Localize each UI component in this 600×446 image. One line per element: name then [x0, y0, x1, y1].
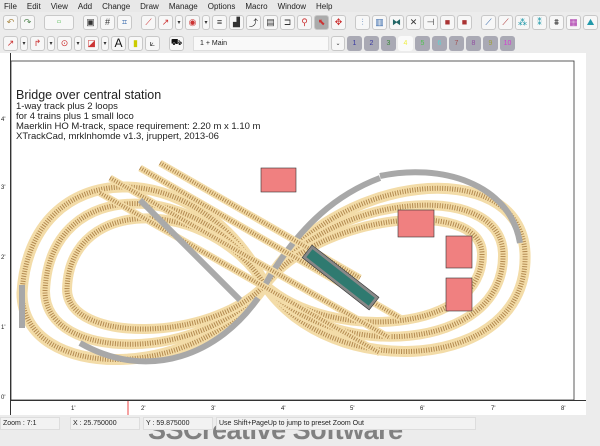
ruler-bottom: 0' 1' 2' 3' 4' 5' 6' 7' 8': [1, 395, 586, 415]
vertical-scrollbar[interactable]: [586, 53, 600, 415]
dropdown-icon[interactable]: ▾: [101, 35, 109, 51]
menu-window[interactable]: Window: [278, 2, 306, 11]
menu-draw[interactable]: Draw: [140, 2, 159, 11]
ruler-label: 0': [1, 395, 6, 401]
profile-icon[interactable]: ⁑: [532, 14, 547, 30]
block-icon[interactable]: ⧓: [389, 14, 404, 30]
turntable-icon[interactable]: ◉: [185, 14, 200, 30]
menu-view[interactable]: View: [51, 2, 68, 11]
ruler-label: 4': [281, 406, 286, 412]
main-toolbar: ↶ ↷ ▭ ▣ # ⌗ ⟋ ↗ ▾ ◉ ▾ ≡ ▟ ⤴ ▤ ⊐ ⚲ ⬉ ✥ ⫶ …: [0, 12, 600, 32]
ruler-label: 3': [211, 406, 216, 412]
curve-icon[interactable]: ↱: [30, 35, 45, 51]
move-icon[interactable]: ✥: [331, 14, 346, 30]
tunnel-icon[interactable]: ⫶: [355, 14, 370, 30]
ruler-label: 6': [420, 406, 425, 412]
menu-edit[interactable]: Edit: [27, 2, 41, 11]
y-coordinate: Y : 59.875000: [143, 417, 213, 430]
station-building: [301, 244, 380, 311]
menu-options[interactable]: Options: [208, 2, 236, 11]
layer-button-8[interactable]: 8: [466, 35, 481, 51]
ruler-label: 7': [491, 406, 496, 412]
layer-button-10[interactable]: 10: [500, 35, 515, 51]
redo-button[interactable]: ↷: [20, 14, 35, 30]
track-straight-icon[interactable]: ⟋: [141, 14, 156, 30]
dropdown-icon[interactable]: ▾: [202, 14, 210, 30]
line-icon[interactable]: ↗: [3, 35, 18, 51]
helix-icon[interactable]: ⤴: [246, 14, 261, 30]
select-icon[interactable]: ▣: [83, 14, 98, 30]
snap-icon[interactable]: ⌗: [117, 14, 132, 30]
track-curve-icon[interactable]: ↗: [158, 14, 173, 30]
ruler-label: 2': [141, 406, 146, 412]
undo-button[interactable]: ↶: [3, 14, 18, 30]
switch-icon[interactable]: ⊣: [423, 14, 438, 30]
landscape-icon[interactable]: ⛰: [583, 14, 598, 30]
ruler-icon[interactable]: ⟀: [145, 35, 160, 51]
layer-button-7[interactable]: 7: [449, 35, 464, 51]
zoom-status: Zoom : 7:1: [0, 417, 60, 430]
box-icon[interactable]: ◪: [84, 35, 99, 51]
draw-toolbar: ↗ ▾ ↱ ▾ ⊙ ▾ ◪ ▾ A ▮ ⟀ ⛟ 1 + Main ⌄ 1 2 3…: [0, 33, 600, 53]
menu-macro[interactable]: Macro: [245, 2, 267, 11]
control-icon[interactable]: ■: [457, 14, 472, 30]
bom-icon[interactable]: ▦: [566, 14, 581, 30]
layer-button-2[interactable]: 2: [364, 35, 379, 51]
menu-add[interactable]: Add: [78, 2, 92, 11]
x-coordinate: X : 25.750000: [70, 417, 140, 430]
parts-icon[interactable]: ⩩: [549, 14, 564, 30]
drawing-line: XTrackCad, mrklnhomde v1.3, jruppert, 20…: [16, 131, 219, 142]
dropdown-icon[interactable]: ▾: [74, 35, 82, 51]
dropdown-icon[interactable]: ▾: [47, 35, 55, 51]
layer-dropdown-icon[interactable]: ⌄: [331, 35, 345, 51]
car-icon[interactable]: ⟋: [481, 14, 496, 30]
train-icon[interactable]: ⟋: [498, 14, 513, 30]
dropdown-icon[interactable]: ▾: [175, 14, 183, 30]
elevation-icon[interactable]: ▟: [229, 14, 244, 30]
layer-button-5[interactable]: 5: [415, 35, 430, 51]
layer-select[interactable]: 1 + Main: [193, 35, 329, 51]
ruler-label: 8': [561, 406, 566, 412]
menu-help[interactable]: Help: [316, 2, 332, 11]
crossing-icon[interactable]: ✕: [406, 14, 421, 30]
dropdown-icon[interactable]: ▾: [20, 35, 28, 51]
layer-button-6[interactable]: 6: [432, 35, 447, 51]
example-logo-button[interactable]: ▭: [44, 14, 74, 30]
parallel-icon[interactable]: ≡: [212, 14, 227, 30]
describe-icon[interactable]: ▤: [263, 14, 278, 30]
layout-canvas[interactable]: 1' 2' 3' 4' Bridge over central station …: [0, 53, 586, 445]
select-tool-icon[interactable]: ⬉: [314, 14, 329, 30]
menu-file[interactable]: File: [4, 2, 17, 11]
ruler-label: 5': [350, 406, 355, 412]
signal-icon[interactable]: ■: [440, 14, 455, 30]
note-icon[interactable]: ▮: [128, 35, 143, 51]
layer-button-3[interactable]: 3: [381, 35, 396, 51]
ruler-label: 1': [71, 406, 76, 412]
join-icon[interactable]: ⚲: [297, 14, 312, 30]
grid-icon[interactable]: #: [100, 14, 115, 30]
status-message: Use Shift+PageUp to jump to preset Zoom …: [216, 417, 476, 430]
split-icon[interactable]: ⊐: [280, 14, 295, 30]
layer-button-4[interactable]: 4: [398, 35, 413, 51]
menu-manage[interactable]: Manage: [169, 2, 198, 11]
circle-icon[interactable]: ⊙: [57, 35, 72, 51]
text-icon[interactable]: A: [111, 35, 126, 51]
menu-bar: File Edit View Add Change Draw Manage Op…: [0, 0, 600, 12]
inventory-icon[interactable]: ⁂: [515, 14, 530, 30]
layer-button-1[interactable]: 1: [347, 35, 362, 51]
train-mode-icon[interactable]: ⛟: [169, 35, 184, 51]
layer-button-9[interactable]: 9: [483, 35, 498, 51]
menu-change[interactable]: Change: [102, 2, 130, 11]
bridge-icon[interactable]: ▥: [372, 14, 387, 30]
title-block: Bridge over central station 1-way track …: [16, 89, 260, 142]
